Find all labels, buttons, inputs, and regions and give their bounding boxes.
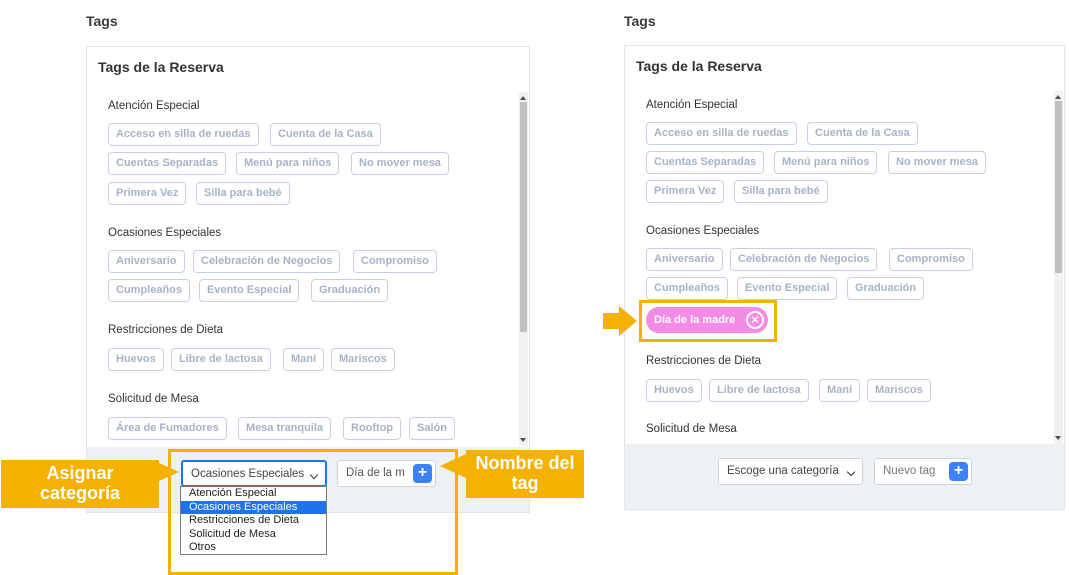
callout-arrow-right-shape — [440, 454, 466, 478]
category-title: Atención Especial — [108, 100, 200, 112]
tag-chip[interactable]: Mesa tranquila — [238, 417, 332, 440]
add-tag-button[interactable]: + — [949, 462, 968, 481]
tag-chip[interactable]: Maní — [819, 379, 861, 402]
tag-chip[interactable]: Aniversario — [646, 248, 723, 271]
left-scrollbar[interactable] — [519, 92, 528, 446]
tag-chip[interactable]: Libre de lactosa — [171, 348, 271, 371]
right-scrollbar[interactable] — [1054, 91, 1063, 444]
tag-chip[interactable]: Huevos — [646, 379, 702, 402]
tag-chip[interactable]: Compromiso — [889, 248, 973, 271]
callout-tag-name: Nombre del tag — [466, 450, 584, 498]
tag-chip[interactable]: Acceso en silla de ruedas — [646, 122, 797, 145]
highlight-box-controls — [168, 449, 458, 575]
category-title: Atención Especial — [646, 99, 738, 111]
tag-name-input-placeholder: Nuevo tag — [883, 465, 936, 477]
tag-chip[interactable]: Salón — [409, 417, 455, 440]
scroll-down-icon[interactable] — [1055, 436, 1061, 440]
category-title: Solicitud de Mesa — [646, 423, 737, 435]
tag-chip[interactable]: Cuenta de la Casa — [270, 123, 381, 146]
right-card-title: Tags de la Reserva — [636, 58, 762, 74]
tag-chip[interactable]: Maní — [283, 348, 325, 371]
tag-chip[interactable]: Primera Vez — [108, 182, 187, 205]
tag-chip[interactable]: Cuentas Separadas — [108, 152, 227, 175]
right-scroll-thumb[interactable] — [1055, 101, 1062, 273]
left-card-title: Tags de la Reserva — [98, 59, 224, 75]
tag-chip[interactable]: Área de Fumadores — [108, 417, 227, 440]
tag-chip[interactable]: Mariscos — [867, 379, 931, 402]
tag-chip[interactable]: Silla para bebé — [196, 182, 290, 205]
tag-chip[interactable]: Menú para niños — [774, 151, 878, 174]
tag-chip[interactable]: Celebración de Negocios — [730, 248, 878, 271]
tag-chip[interactable]: Aniversario — [108, 250, 185, 273]
tag-chip[interactable]: Celebración de Negocios — [193, 250, 341, 273]
category-select-placeholder: Escoge una categoría — [727, 465, 839, 477]
category-title: Ocasiones Especiales — [108, 227, 222, 239]
category-title: Ocasiones Especiales — [646, 225, 760, 237]
tag-chip[interactable]: Acceso en silla de ruedas — [108, 123, 259, 146]
left-section-heading: Tags — [86, 13, 118, 29]
category-select[interactable]: Escoge una categoría — [718, 458, 863, 485]
scroll-up-icon[interactable] — [1055, 95, 1061, 99]
chevron-down-icon — [846, 467, 856, 477]
tag-chip[interactable]: Primera Vez — [646, 180, 725, 203]
tag-chip[interactable]: Graduación — [847, 277, 925, 300]
tag-chip[interactable]: Graduación — [311, 279, 389, 302]
tag-chip[interactable]: Cumpleaños — [108, 279, 191, 302]
tag-chip[interactable]: Cuentas Separadas — [646, 151, 765, 174]
tag-chip[interactable]: Mariscos — [331, 348, 395, 371]
tag-chip[interactable]: Rooftop — [343, 417, 402, 440]
left-scroll-thumb[interactable] — [520, 102, 527, 332]
highlight-box-new-tag — [639, 300, 777, 342]
right-section-heading: Tags — [624, 13, 656, 29]
pointer-arrow-shape — [603, 306, 637, 336]
tag-chip[interactable]: Cuenta de la Casa — [807, 122, 918, 145]
tag-chip[interactable]: No mover mesa — [888, 151, 986, 174]
tag-chip[interactable]: Menú para niños — [236, 152, 340, 175]
scroll-up-icon[interactable] — [520, 96, 526, 100]
tag-chip[interactable]: Evento Especial — [737, 277, 838, 300]
tag-chip[interactable]: Evento Especial — [199, 279, 300, 302]
tag-chip[interactable]: Libre de lactosa — [709, 379, 809, 402]
category-title: Restricciones de Dieta — [646, 355, 762, 367]
callout-arrow-left — [157, 462, 179, 482]
tag-chip[interactable]: Silla para bebé — [734, 180, 828, 203]
callout-assign-category: Asignar categoría — [1, 460, 159, 508]
tag-chip[interactable]: Compromiso — [353, 250, 437, 273]
category-title: Restricciones de Dieta — [108, 324, 224, 336]
callout-arrow-right — [440, 454, 466, 478]
category-title: Solicitud de Mesa — [108, 393, 199, 405]
pointer-arrow — [603, 306, 637, 336]
scroll-down-icon[interactable] — [520, 438, 526, 442]
callout-arrow-left-shape — [157, 462, 179, 482]
tag-chip[interactable]: No mover mesa — [351, 152, 449, 175]
tag-chip[interactable]: Cumpleaños — [646, 277, 729, 300]
tag-chip[interactable]: Huevos — [108, 348, 164, 371]
